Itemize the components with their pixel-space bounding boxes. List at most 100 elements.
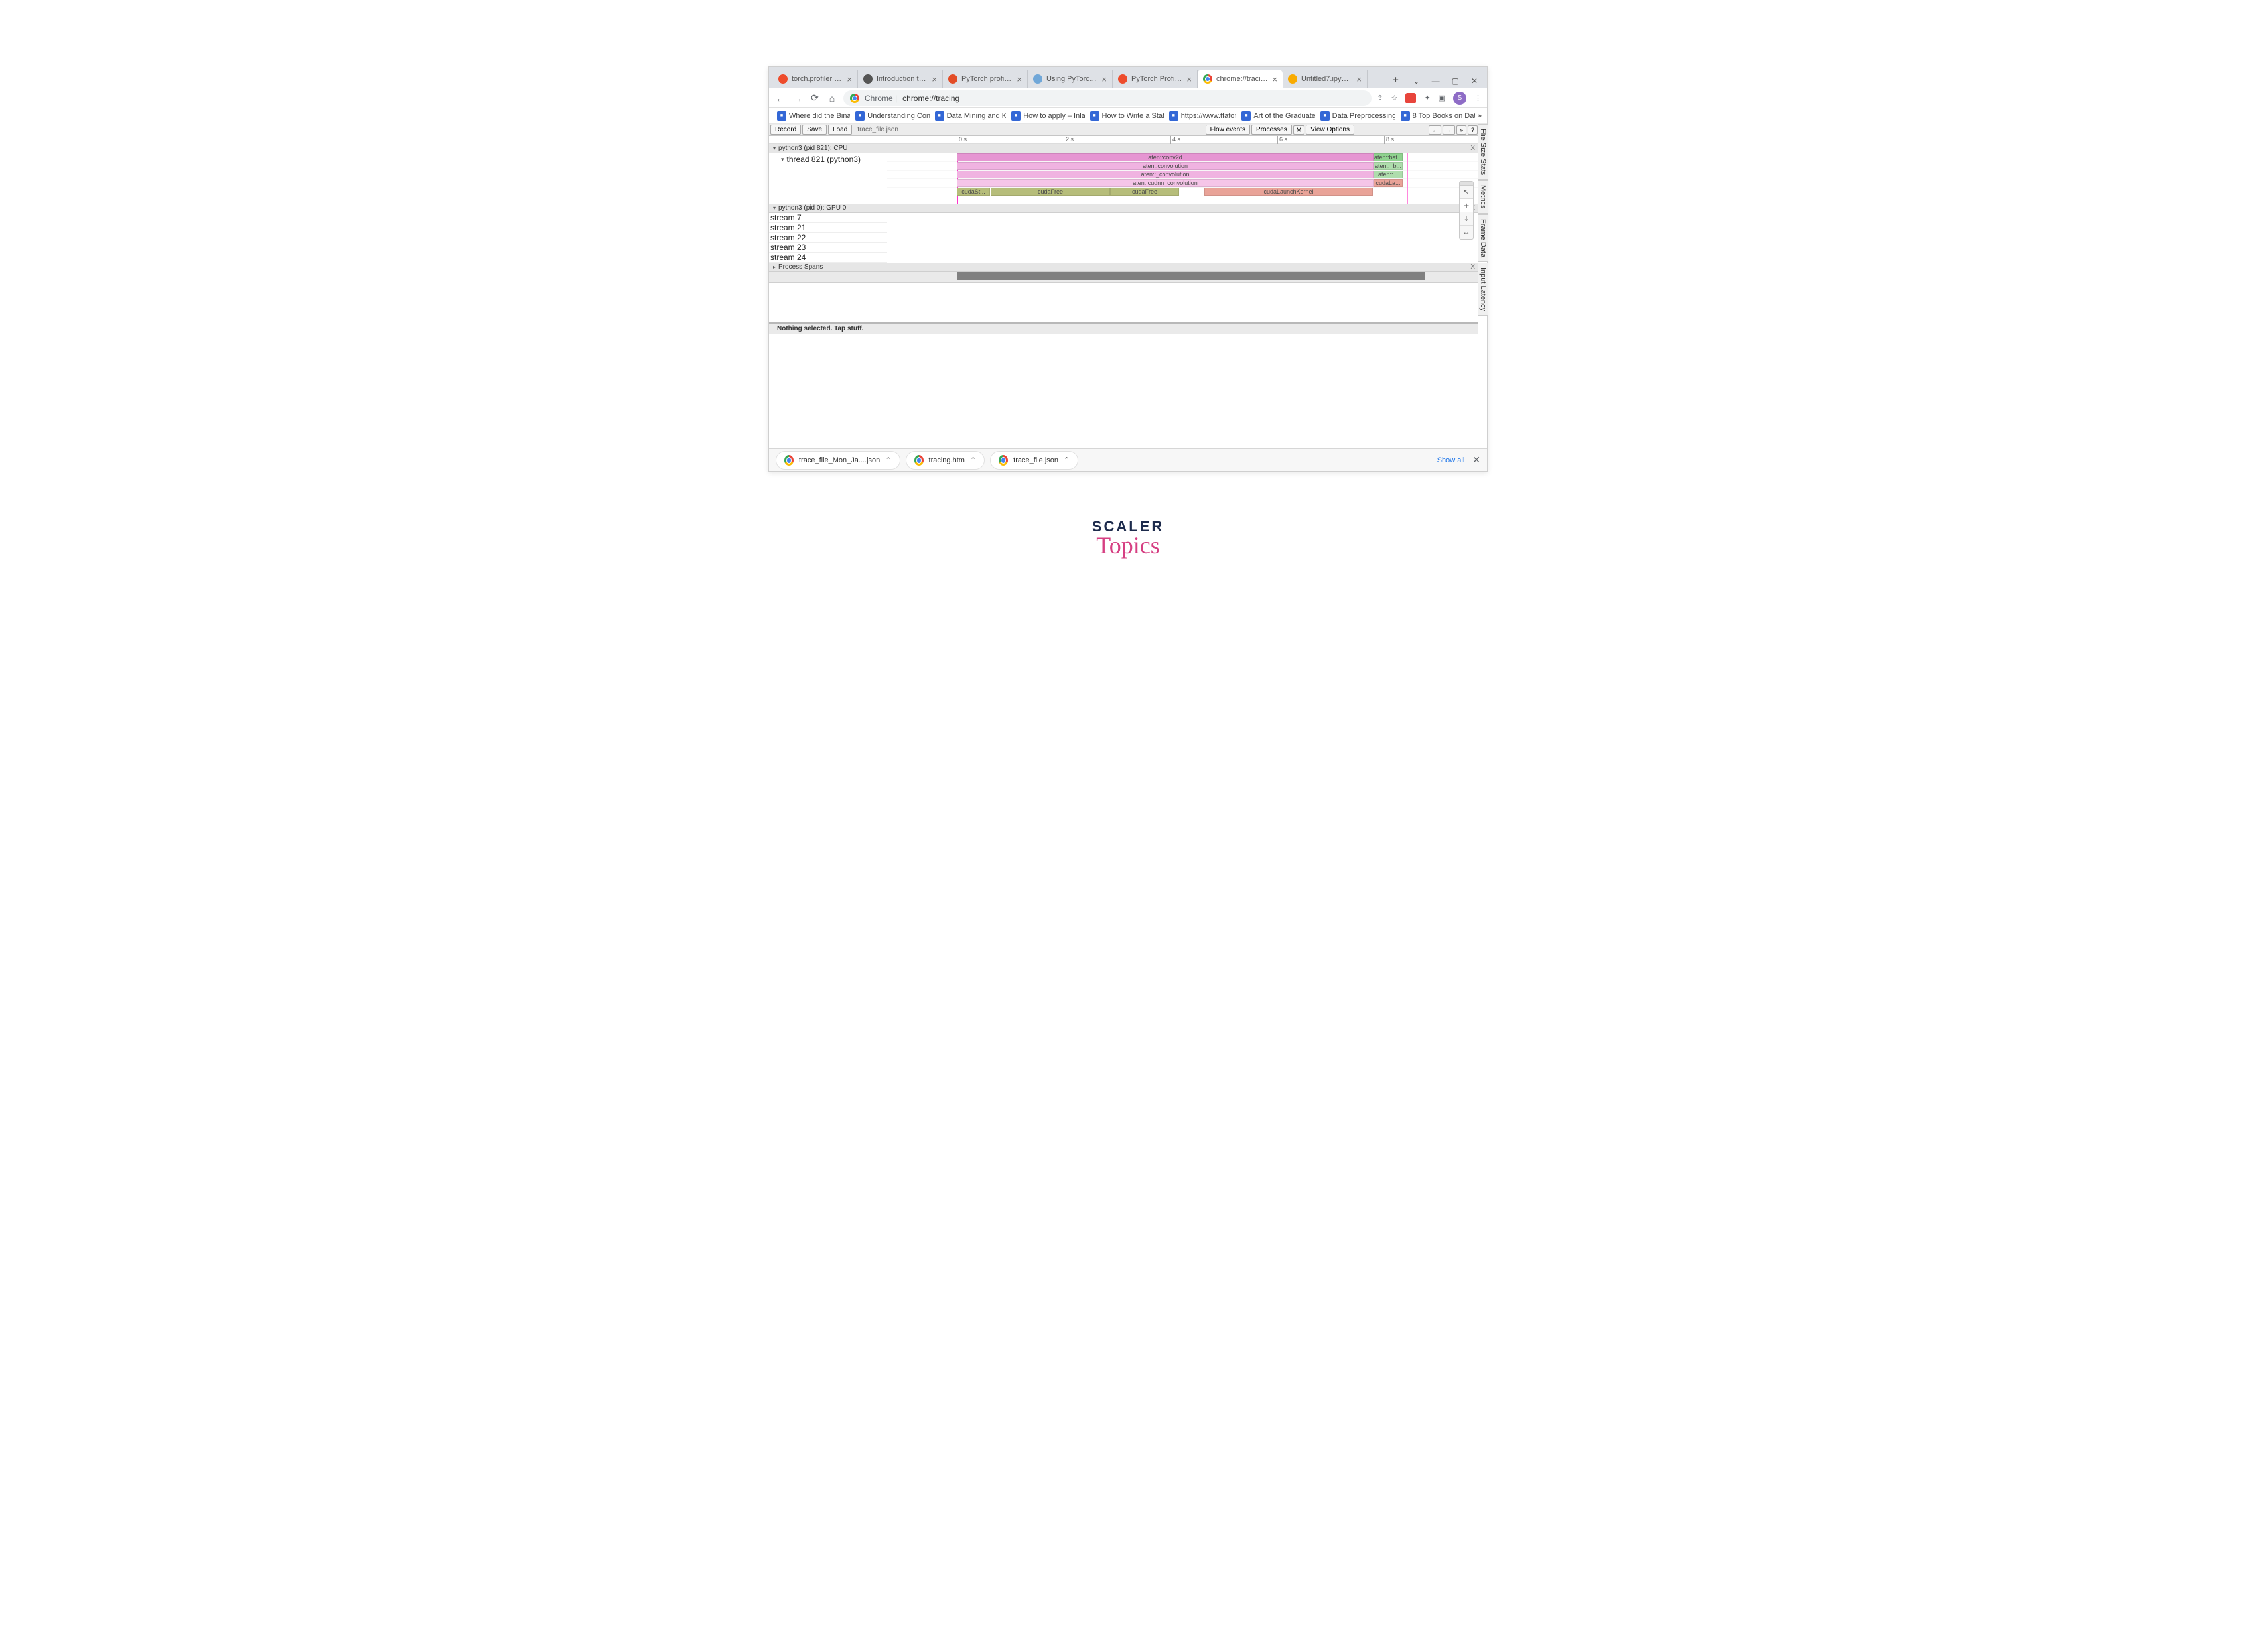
bookmark-item[interactable]: ■Where did the Bina... xyxy=(774,111,850,121)
collapse-icon[interactable]: ▾ xyxy=(773,205,776,211)
bookmark-item[interactable]: ■Art of the Graduate... xyxy=(1239,111,1314,121)
nav-left-button[interactable]: ← xyxy=(1429,125,1441,135)
trace-bar-conv2d[interactable]: aten::conv2d xyxy=(957,153,1374,161)
new-tab-button[interactable]: + xyxy=(1388,74,1404,88)
stream-row[interactable]: stream 22 xyxy=(769,233,1478,243)
bookmark-item[interactable]: ■https://www.tfafor... xyxy=(1166,111,1237,121)
close-row-icon[interactable]: X xyxy=(1470,263,1475,271)
nav-more-button[interactable]: » xyxy=(1456,125,1466,135)
process-row-gpu[interactable]: ▾ python3 (pid 0): GPU 0 X xyxy=(769,204,1478,213)
pan-down-tool[interactable]: ↧ xyxy=(1460,212,1473,226)
stream-track[interactable] xyxy=(887,233,1478,243)
share-icon[interactable]: ⇪ xyxy=(1377,94,1383,102)
side-tab[interactable]: Metrics xyxy=(1478,180,1488,213)
flame-chart[interactable]: aten::conv2daten::bat...aten::convolutio… xyxy=(887,153,1478,204)
record-button[interactable]: Record xyxy=(770,125,801,135)
minimize-button[interactable]: — xyxy=(1432,76,1440,86)
show-all-downloads[interactable]: Show all xyxy=(1437,456,1465,464)
stream-track[interactable] xyxy=(887,243,1478,253)
browser-tab[interactable]: PyTorch profiler | Wh... × xyxy=(943,70,1028,88)
extensions-icon[interactable]: ✦ xyxy=(1424,94,1430,102)
download-menu-icon[interactable]: ⌃ xyxy=(1064,456,1070,464)
bookmark-item[interactable]: ■Data Preprocessing... xyxy=(1318,111,1395,121)
omnibox[interactable]: Chrome | chrome://tracing xyxy=(843,90,1372,106)
select-tool[interactable]: ↖ xyxy=(1460,186,1473,199)
bookmarks-overflow-icon[interactable]: » xyxy=(1478,112,1482,120)
thread-label[interactable]: ▾ thread 821 (python3) xyxy=(769,153,887,204)
bookmark-item[interactable]: ■How to Write a Stat... xyxy=(1088,111,1164,121)
menu-icon[interactable]: ⋮ xyxy=(1474,94,1482,102)
trace-bar-cudnn[interactable]: aten::cudnn_convolution xyxy=(957,179,1374,187)
trace-bar-cudast[interactable]: cudaSt... xyxy=(957,188,990,196)
home-button[interactable]: ⌂ xyxy=(826,93,838,103)
side-tab[interactable]: Input Latency xyxy=(1478,263,1488,316)
m-button[interactable]: M xyxy=(1293,125,1305,135)
close-downloads-icon[interactable]: ✕ xyxy=(1472,454,1480,466)
download-menu-icon[interactable]: ⌃ xyxy=(885,456,891,464)
tab-close-icon[interactable]: × xyxy=(1101,74,1107,84)
view-options-button[interactable]: View Options xyxy=(1306,125,1354,135)
flow-events-button[interactable]: Flow events xyxy=(1206,125,1250,135)
trace-bar-cf1[interactable]: cudaFree xyxy=(991,188,1110,196)
process-spans-row[interactable]: ▸ Process Spans X xyxy=(769,263,1478,272)
help-button[interactable]: ? xyxy=(1468,125,1478,135)
stream-row[interactable]: stream 23 xyxy=(769,243,1478,253)
profile-avatar[interactable]: S xyxy=(1453,92,1466,105)
trace-bar-convol[interactable]: aten::convolution xyxy=(957,162,1374,170)
side-tab[interactable]: Frame Data xyxy=(1478,214,1488,262)
tab-close-icon[interactable]: × xyxy=(1356,74,1362,84)
maximize-button[interactable]: ▢ xyxy=(1452,76,1459,86)
download-menu-icon[interactable]: ⌃ xyxy=(970,456,976,464)
trace-bar-aten[interactable]: aten::... xyxy=(1374,171,1403,178)
tab-close-icon[interactable]: × xyxy=(932,74,937,84)
zoom-tool[interactable]: + xyxy=(1460,199,1473,212)
bookmark-item[interactable]: ■Data Mining and K... xyxy=(932,111,1007,121)
browser-tab[interactable]: Untitled7.ipynb - Cola... × xyxy=(1283,70,1368,88)
browser-tab[interactable]: Using PyTorch Profiler... × xyxy=(1028,70,1113,88)
browser-tab[interactable]: chrome://tracing × xyxy=(1198,70,1283,88)
browser-tab[interactable]: torch.profiler — PyTo... × xyxy=(773,70,858,88)
processes-button[interactable]: Processes xyxy=(1251,125,1292,135)
browser-tab[interactable]: Introduction to PyTor... × xyxy=(858,70,943,88)
stream-row[interactable]: stream 24 xyxy=(769,253,1478,263)
stream-track[interactable] xyxy=(887,223,1478,233)
tab-close-icon[interactable]: × xyxy=(847,74,852,84)
bookmark-item[interactable]: ■How to apply – Inla... xyxy=(1009,111,1084,121)
stream-track[interactable] xyxy=(887,253,1478,263)
load-button[interactable]: Load xyxy=(828,125,852,135)
trace-bar-uconv[interactable]: aten::_convolution xyxy=(957,171,1374,178)
site-info-icon[interactable] xyxy=(850,94,859,103)
close-row-icon[interactable]: X xyxy=(1470,145,1475,152)
collapse-icon[interactable]: ▾ xyxy=(781,156,784,163)
stream-row[interactable]: stream 21 xyxy=(769,223,1478,233)
forward-button[interactable]: → xyxy=(792,93,804,103)
trace-bar-cudala[interactable]: cudaLa... xyxy=(1374,179,1403,187)
window-dropdown-icon[interactable]: ⌄ xyxy=(1413,76,1420,86)
timing-tool[interactable]: ↔ xyxy=(1460,226,1473,239)
trace-bar-cf2[interactable]: cudaFree xyxy=(1110,188,1179,196)
trace-bar-bat[interactable]: aten::bat... xyxy=(1374,153,1403,161)
star-icon[interactable]: ☆ xyxy=(1391,94,1398,102)
span-bar[interactable] xyxy=(957,272,1425,280)
tab-close-icon[interactable]: × xyxy=(1017,74,1022,84)
download-item[interactable]: trace_file_Mon_Ja....json ⌃ xyxy=(776,451,900,470)
trace-bar-b[interactable]: aten::_b... xyxy=(1374,162,1403,170)
bookmark-item[interactable]: ■Understanding Con... xyxy=(853,111,929,121)
close-window-button[interactable]: ✕ xyxy=(1471,76,1478,86)
tab-close-icon[interactable]: × xyxy=(1272,74,1277,84)
trace-bar-clk[interactable]: cudaLaunchKernel xyxy=(1204,188,1373,196)
bookmark-item[interactable]: ■8 Top Books on Dat... xyxy=(1398,111,1475,121)
tab-close-icon[interactable]: × xyxy=(1186,74,1192,84)
stream-row[interactable]: stream 7 xyxy=(769,213,1478,223)
back-button[interactable]: ← xyxy=(774,93,786,103)
process-row-cpu[interactable]: ▾ python3 (pid 821): CPU X xyxy=(769,144,1478,153)
download-item[interactable]: tracing.htm ⌃ xyxy=(906,451,985,470)
stream-track[interactable] xyxy=(887,213,1478,223)
collapse-icon[interactable]: ▸ xyxy=(773,264,776,270)
time-ruler[interactable]: 0 s2 s4 s6 s8 s xyxy=(769,136,1478,144)
nav-right-button[interactable]: → xyxy=(1443,125,1455,135)
download-item[interactable]: trace_file.json ⌃ xyxy=(990,451,1078,470)
side-tab[interactable]: Flie Size Stats xyxy=(1478,124,1488,180)
extension-icon-1[interactable] xyxy=(1405,93,1416,103)
browser-tab[interactable]: PyTorch Profiler — Py... × xyxy=(1113,70,1198,88)
